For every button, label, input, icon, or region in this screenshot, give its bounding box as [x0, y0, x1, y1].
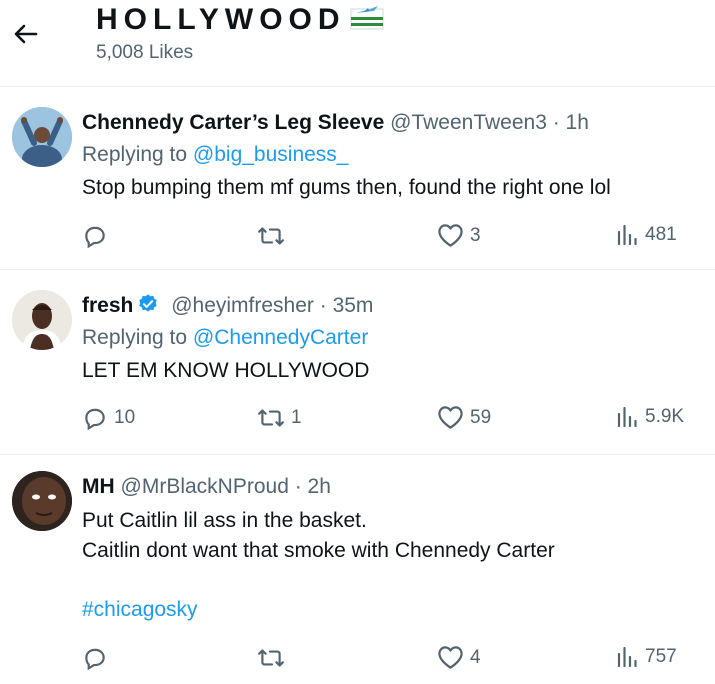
author-name[interactable]: MH — [82, 475, 115, 498]
author-handle[interactable]: @MrBlackNProud — [121, 475, 289, 498]
like-count: 3 — [470, 224, 481, 246]
retweet-icon — [257, 223, 285, 249]
page-header: HOLLYWOOD 5,008 Likes — [0, 0, 715, 86]
avatar[interactable] — [12, 290, 72, 350]
reply-count: 10 — [114, 407, 136, 428]
tweet-actions: 3 481 — [0, 223, 715, 253]
retweet-button[interactable]: 1 — [257, 405, 302, 431]
tweet-time[interactable]: · 2h — [295, 475, 331, 498]
tweet-author-line: Chennedy Carter’s Leg Sleeve @TweenTween… — [82, 109, 589, 137]
author-name[interactable]: fresh — [82, 294, 133, 317]
reply-button[interactable] — [82, 645, 114, 671]
views-icon — [615, 405, 639, 429]
author-handle[interactable]: @TweenTween3 — [390, 111, 547, 134]
like-icon — [437, 645, 464, 670]
tweet-actions: 4 757 — [0, 645, 715, 675]
like-icon — [437, 405, 464, 430]
tweet-time[interactable]: · 1h — [553, 111, 589, 134]
view-count: 5.9K — [645, 406, 685, 427]
replying-line: Replying to @big_business_ — [82, 141, 349, 169]
tweet-time[interactable]: · 35m — [320, 294, 374, 317]
like-button[interactable]: 3 — [437, 223, 481, 248]
reply-icon — [82, 645, 108, 671]
reply-icon — [82, 223, 108, 249]
hashtag-link[interactable]: #chicagosky — [82, 596, 198, 624]
replying-line: Replying to @ChennedyCarter — [82, 324, 368, 352]
author-name[interactable]: Chennedy Carter’s Leg Sleeve — [82, 111, 384, 134]
view-count: 757 — [645, 646, 677, 667]
like-icon — [437, 223, 464, 248]
replying-to-link[interactable]: @big_business_ — [193, 143, 349, 166]
tweet[interactable]: fresh @heyimfresher · 35m Replying to @C… — [0, 270, 715, 454]
tweet-author-line: MH @MrBlackNProud · 2h — [82, 473, 331, 501]
tweet-text-line-2: Caitlin dont want that smoke with Chenne… — [82, 539, 555, 562]
views-icon — [615, 645, 639, 669]
like-count: 4 — [470, 646, 481, 668]
retweet-icon — [257, 645, 285, 671]
page-title: HOLLYWOOD — [96, 2, 384, 40]
views-button[interactable]: 481 — [615, 223, 677, 247]
tweet-text: Stop bumping them mf gums then, found th… — [82, 176, 611, 199]
view-count: 481 — [645, 224, 677, 245]
avatar[interactable] — [12, 107, 72, 167]
views-icon — [615, 223, 639, 247]
tweet[interactable]: MH @MrBlackNProud · 2h Put Caitlin lil a… — [0, 455, 715, 684]
verified-badge-icon — [137, 293, 159, 323]
flag-icon — [350, 3, 384, 40]
tweet-actions: 10 1 59 5.9K — [0, 405, 715, 435]
replying-prefix: Replying to — [82, 326, 188, 349]
like-button[interactable]: 59 — [437, 405, 491, 430]
author-handle[interactable]: @heyimfresher — [171, 294, 314, 317]
views-button[interactable]: 757 — [615, 645, 677, 669]
reply-button[interactable] — [82, 223, 114, 249]
like-count: 59 — [470, 406, 492, 428]
views-button[interactable]: 5.9K — [615, 405, 684, 429]
reply-button[interactable]: 10 — [82, 405, 135, 431]
like-button[interactable]: 4 — [437, 645, 481, 670]
back-arrow-icon[interactable] — [12, 20, 40, 48]
reply-icon — [82, 405, 108, 431]
retweet-button[interactable] — [257, 645, 291, 671]
tweet-author-line: fresh @heyimfresher · 35m — [82, 292, 373, 323]
retweet-button[interactable] — [257, 223, 291, 249]
tweet-text: LET EM KNOW HOLLYWOOD — [82, 359, 370, 382]
retweet-icon — [257, 405, 285, 431]
avatar[interactable] — [12, 471, 72, 531]
likes-count: 5,008 Likes — [96, 42, 194, 63]
retweet-count: 1 — [291, 407, 302, 428]
replying-prefix: Replying to — [82, 143, 188, 166]
page-title-text: HOLLYWOOD — [96, 3, 346, 36]
replying-to-link[interactable]: @ChennedyCarter — [193, 326, 368, 349]
tweet[interactable]: Chennedy Carter’s Leg Sleeve @TweenTween… — [0, 87, 715, 269]
tweet-text-line-1: Put Caitlin lil ass in the basket. — [82, 509, 367, 532]
